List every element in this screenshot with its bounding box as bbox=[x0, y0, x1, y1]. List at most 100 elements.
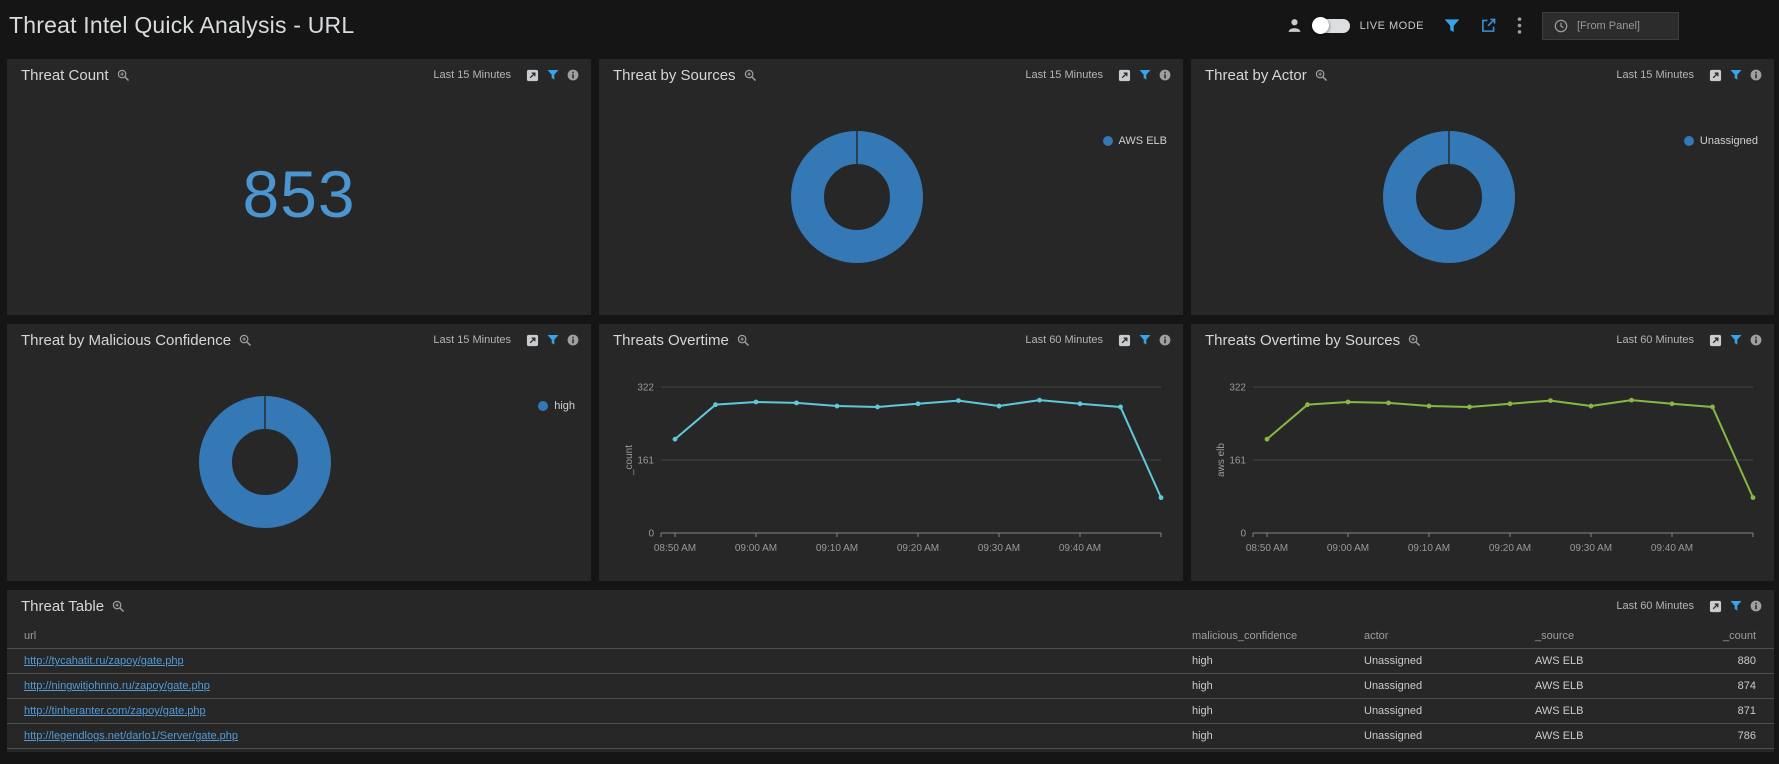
expand-icon[interactable] bbox=[1709, 600, 1722, 613]
legend-label: Unassigned bbox=[1700, 135, 1758, 147]
filter-icon[interactable] bbox=[1730, 334, 1742, 346]
legend-item[interactable]: AWS ELB bbox=[1103, 135, 1168, 147]
panel-threats-overtime-by-sources: Threats Overtime by Sources Last 60 Minu… bbox=[1191, 324, 1774, 581]
table-cell: AWS ELB bbox=[1529, 699, 1690, 724]
donut-chart[interactable] bbox=[7, 356, 591, 581]
expand-icon[interactable] bbox=[1118, 334, 1131, 347]
legend-item[interactable]: Unassigned bbox=[1684, 135, 1758, 147]
panel-header: Threats Overtime by Sources Last 60 Minu… bbox=[1191, 324, 1774, 356]
table-cell: http://legendlogs.net/darlo1/Server/gate… bbox=[7, 724, 1186, 749]
panel-title: Threats Overtime by Sources bbox=[1205, 332, 1400, 349]
column-header-count[interactable]: _count bbox=[1690, 622, 1774, 649]
zoom-icon[interactable] bbox=[1408, 334, 1421, 347]
expand-icon[interactable] bbox=[526, 69, 539, 82]
info-icon[interactable] bbox=[1159, 334, 1171, 346]
panel-time-range: Last 15 Minutes bbox=[1025, 69, 1103, 81]
donut-chart[interactable] bbox=[599, 91, 1183, 315]
filter-icon[interactable] bbox=[1139, 69, 1151, 81]
filter-icon[interactable] bbox=[1444, 18, 1460, 34]
column-header-source[interactable]: _source bbox=[1529, 622, 1690, 649]
svg-text:09:00 AM: 09:00 AM bbox=[735, 543, 777, 554]
zoom-icon[interactable] bbox=[1315, 69, 1328, 82]
legend-label: AWS ELB bbox=[1119, 135, 1168, 147]
legend-label: high bbox=[554, 400, 575, 412]
expand-icon[interactable] bbox=[1709, 334, 1722, 347]
panel-time-range: Last 15 Minutes bbox=[433, 334, 511, 346]
toggle-knob[interactable] bbox=[1312, 17, 1329, 34]
column-header-url[interactable]: url bbox=[7, 622, 1186, 649]
table-row: http://tinheranter.com/zapoy/gate.php hig… bbox=[7, 699, 1774, 724]
table-cell: high bbox=[1186, 724, 1358, 749]
zoom-icon[interactable] bbox=[737, 334, 750, 347]
svg-text:09:00 AM: 09:00 AM bbox=[1327, 543, 1369, 554]
panel-header: Threats Overtime Last 60 Minutes bbox=[599, 324, 1183, 356]
zoom-icon[interactable] bbox=[117, 69, 130, 82]
expand-icon[interactable] bbox=[526, 334, 539, 347]
url-link[interactable]: http://tycahatit.ru/zapoy/gate.php bbox=[24, 655, 184, 667]
table-cell: http://tinheranter.com/zapoy/gate.php bbox=[7, 699, 1186, 724]
donut-chart[interactable] bbox=[1191, 91, 1774, 315]
table-cell: Unassigned bbox=[1358, 649, 1529, 674]
table-cell: high bbox=[1186, 649, 1358, 674]
info-icon[interactable] bbox=[567, 69, 579, 81]
filter-icon[interactable] bbox=[1730, 600, 1742, 612]
panel-body: 853 bbox=[7, 91, 591, 315]
info-icon[interactable] bbox=[567, 334, 579, 346]
info-icon[interactable] bbox=[1750, 600, 1762, 612]
info-icon[interactable] bbox=[1750, 69, 1762, 81]
table-cell: AWS ELB bbox=[1529, 674, 1690, 699]
zoom-icon[interactable] bbox=[744, 69, 757, 82]
url-link[interactable]: http://tinheranter.com/zapoy/gate.php bbox=[24, 705, 206, 717]
expand-icon[interactable] bbox=[1118, 69, 1131, 82]
svg-text:09:30 AM: 09:30 AM bbox=[978, 543, 1020, 554]
svg-text:09:10 AM: 09:10 AM bbox=[1408, 543, 1450, 554]
kebab-menu-icon[interactable] bbox=[1517, 17, 1522, 34]
panel-header: Threat Table Last 60 Minutes bbox=[7, 590, 1774, 622]
filter-icon[interactable] bbox=[1139, 334, 1151, 346]
table-row: http://tycahatit.ru/zapoy/gate.php highUn… bbox=[7, 649, 1774, 674]
column-header-actor[interactable]: actor bbox=[1358, 622, 1529, 649]
line-chart[interactable]: 016132208:50 AM09:00 AM09:10 AM09:20 AM0… bbox=[599, 356, 1183, 581]
filter-icon[interactable] bbox=[547, 69, 559, 81]
zoom-icon[interactable] bbox=[112, 600, 125, 613]
panel-body: AWS ELB bbox=[599, 91, 1183, 315]
svg-text:161: 161 bbox=[1229, 456, 1246, 467]
panel-header: Threat Count Last 15 Minutes bbox=[7, 59, 591, 91]
panel-time-range: Last 15 Minutes bbox=[1616, 69, 1694, 81]
svg-text:322: 322 bbox=[637, 383, 654, 394]
panel-title: Threat by Actor bbox=[1205, 67, 1307, 84]
panel-body: 016132208:50 AM09:00 AM09:10 AM09:20 AM0… bbox=[599, 356, 1183, 581]
svg-text:09:30 AM: 09:30 AM bbox=[1570, 543, 1612, 554]
time-range-value: [From Panel] bbox=[1577, 20, 1640, 32]
info-icon[interactable] bbox=[1750, 334, 1762, 346]
panel-time-range: Last 60 Minutes bbox=[1025, 334, 1103, 346]
threat-table: urlmalicious_confidenceactor_source_coun… bbox=[7, 622, 1774, 749]
panel-threat-table: Threat Table Last 60 Minutes urlmaliciou… bbox=[7, 590, 1774, 752]
user-icon[interactable] bbox=[1287, 18, 1302, 33]
expand-icon[interactable] bbox=[1709, 69, 1722, 82]
panel-header: Threat by Malicious Confidence Last 15 M… bbox=[7, 324, 591, 356]
header-controls: LIVE MODE [From Panel] bbox=[1287, 12, 1679, 40]
line-chart[interactable]: 016132208:50 AM09:00 AM09:10 AM09:20 AM0… bbox=[1191, 356, 1774, 581]
share-icon[interactable] bbox=[1480, 17, 1497, 34]
info-icon[interactable] bbox=[1159, 69, 1171, 81]
live-mode-toggle[interactable] bbox=[1314, 19, 1350, 33]
dashboard-header: Threat Intel Quick Analysis - URL LIVE M… bbox=[0, 0, 1779, 51]
column-header-malicious_confidence[interactable]: malicious_confidence bbox=[1186, 622, 1358, 649]
table-cell: 786 bbox=[1690, 724, 1774, 749]
table-cell: AWS ELB bbox=[1529, 649, 1690, 674]
zoom-icon[interactable] bbox=[239, 334, 252, 347]
table-cell: high bbox=[1186, 699, 1358, 724]
svg-text:09:10 AM: 09:10 AM bbox=[816, 543, 858, 554]
svg-text:0: 0 bbox=[648, 529, 654, 540]
panel-title: Threats Overtime bbox=[613, 332, 729, 349]
url-link[interactable]: http://ningwitjohnno.ru/zapoy/gate.php bbox=[24, 680, 210, 692]
svg-text:_count: _count bbox=[624, 445, 635, 476]
filter-icon[interactable] bbox=[1730, 69, 1742, 81]
filter-icon[interactable] bbox=[547, 334, 559, 346]
svg-text:09:20 AM: 09:20 AM bbox=[1489, 543, 1531, 554]
url-link[interactable]: http://legendlogs.net/darlo1/Server/gate… bbox=[24, 730, 238, 742]
time-range-input[interactable]: [From Panel] bbox=[1542, 12, 1679, 40]
legend-item[interactable]: high bbox=[538, 400, 575, 412]
table-cell: Unassigned bbox=[1358, 699, 1529, 724]
